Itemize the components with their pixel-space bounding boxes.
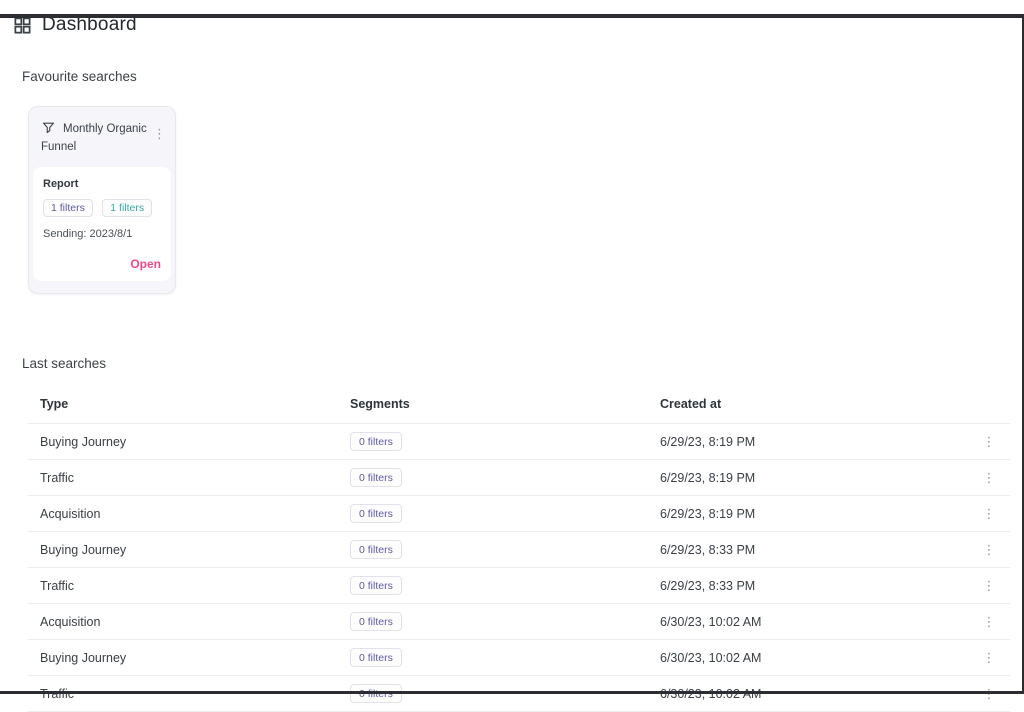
row-created-at: 6/29/23, 8:33 PM (660, 579, 968, 593)
segments-badge: 0 filters (350, 504, 402, 523)
row-created-at: 6/29/23, 8:33 PM (660, 543, 968, 557)
segments-badge: 0 filters (350, 576, 402, 595)
row-created-at: 6/30/23, 10:02 AM (660, 615, 968, 629)
row-type: Buying Journey (28, 435, 350, 449)
window-frame-top (0, 14, 1024, 18)
kebab-menu-icon[interactable]: ⋮ (968, 542, 1010, 558)
favourite-card-title: Monthly Organic Funnel (41, 123, 147, 153)
grid-icon (13, 16, 32, 35)
segments-badge: 0 filters (350, 612, 402, 631)
last-searches-table: Type Segments Created at Buying Journey … (28, 387, 1010, 712)
column-header-segments: Segments (350, 397, 660, 411)
kebab-menu-icon[interactable]: ⋮ (968, 578, 1010, 594)
report-label: Report (43, 178, 161, 190)
segments-badge: 0 filters (350, 648, 402, 667)
column-header-type: Type (28, 397, 350, 411)
row-created-at: 6/29/23, 8:19 PM (660, 471, 968, 485)
filter-badges: 1 filters 1 filters (43, 198, 161, 217)
segments-badge: 0 filters (350, 468, 402, 487)
table-row[interactable]: Acquisition 0 filters 6/30/23, 10:02 AM … (28, 604, 1010, 640)
row-type: Acquisition (28, 507, 350, 521)
table-body: Buying Journey 0 filters 6/29/23, 8:19 P… (28, 424, 1010, 712)
favourite-card-body: Report 1 filters 1 filters Sending: 2023… (33, 167, 171, 281)
favourite-search-card[interactable]: ⋮ Monthly Organic Funnel Report 1 filter… (28, 106, 176, 294)
table-row[interactable]: Acquisition 0 filters 6/29/23, 8:19 PM ⋮ (28, 496, 1010, 532)
segments-badge: 0 filters (350, 432, 402, 451)
table-row[interactable]: Buying Journey 0 filters 6/29/23, 8:19 P… (28, 424, 1010, 460)
segments-badge: 0 filters (350, 540, 402, 559)
row-type: Acquisition (28, 615, 350, 629)
table-header-row: Type Segments Created at (28, 387, 1010, 424)
table-row[interactable]: Buying Journey 0 filters 6/30/23, 10:02 … (28, 640, 1010, 676)
row-type: Traffic (28, 579, 350, 593)
kebab-menu-icon[interactable]: ⋮ (968, 470, 1010, 486)
kebab-menu-icon[interactable]: ⋮ (968, 650, 1010, 666)
filter-badge: 1 filters (43, 199, 93, 217)
row-created-at: 6/30/23, 10:02 AM (660, 651, 968, 665)
row-type: Buying Journey (28, 543, 350, 557)
kebab-menu-icon[interactable]: ⋮ (968, 614, 1010, 630)
open-link[interactable]: Open (43, 257, 161, 271)
table-row[interactable]: Buying Journey 0 filters 6/29/23, 8:33 P… (28, 532, 1010, 568)
window-frame-bottom (0, 691, 1024, 694)
last-searches-heading: Last searches (22, 356, 1024, 371)
row-created-at: 6/29/23, 8:19 PM (660, 507, 968, 521)
kebab-menu-icon[interactable]: ⋮ (968, 434, 1010, 450)
table-row[interactable]: Traffic 0 filters 6/29/23, 8:19 PM ⋮ (28, 460, 1010, 496)
row-type: Buying Journey (28, 651, 350, 665)
favourite-searches-heading: Favourite searches (22, 69, 1024, 84)
row-created-at: 6/29/23, 8:19 PM (660, 435, 968, 449)
table-row[interactable]: Traffic 0 filters 6/30/23, 10:02 AM ⋮ (28, 676, 1010, 712)
favourite-card-header: ⋮ Monthly Organic Funnel (29, 107, 175, 162)
filter-badge: 1 filters (102, 199, 152, 217)
kebab-menu-icon[interactable]: ⋮ (153, 129, 166, 139)
funnel-icon (41, 120, 56, 135)
table-row[interactable]: Traffic 0 filters 6/29/23, 8:33 PM ⋮ (28, 568, 1010, 604)
column-header-created-at: Created at (660, 397, 968, 411)
sending-date: Sending: 2023/8/1 (43, 228, 161, 240)
row-type: Traffic (28, 471, 350, 485)
kebab-menu-icon[interactable]: ⋮ (968, 506, 1010, 522)
